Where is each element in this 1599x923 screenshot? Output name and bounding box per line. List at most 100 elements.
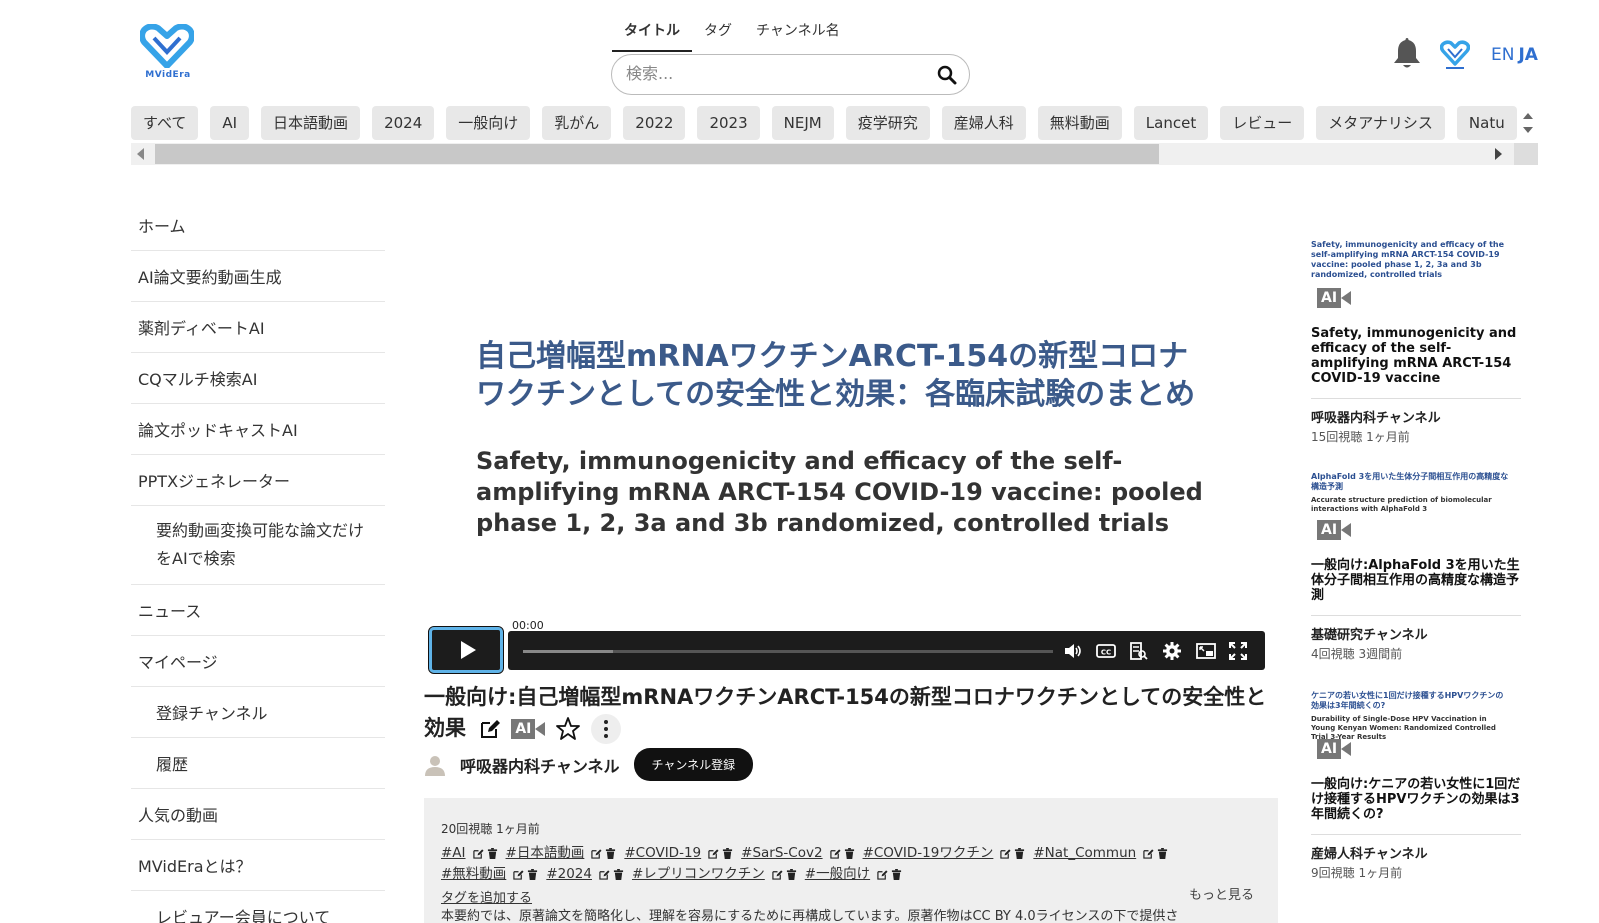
tag-chip[interactable]: 産婦人科 xyxy=(941,106,1026,140)
tag-link[interactable]: #日本語動画 xyxy=(506,843,585,863)
fullscreen-icon[interactable] xyxy=(1228,641,1248,661)
tag-chip[interactable]: 疫学研究 xyxy=(845,106,930,140)
user-avatar-logo-icon[interactable] xyxy=(1440,40,1470,72)
tag-chip[interactable]: Lancet xyxy=(1133,106,1209,140)
edit-tag-icon[interactable] xyxy=(772,869,783,880)
scrollbar-thumb[interactable] xyxy=(155,144,1159,164)
related-title[interactable]: 一般向け:AlphaFold 3を用いた生体分子間相互作用の高精度な構造予測 xyxy=(1311,558,1521,616)
related-thumbnail[interactable]: ケニアの若い女性に1回だけ接種するHPVワクチンの効果は3年間続くの? Durab… xyxy=(1311,691,1521,771)
show-more-link[interactable]: もっと見る xyxy=(1189,884,1254,903)
sidebar-item[interactable]: MVidEraとは？ xyxy=(131,840,385,891)
delete-tag-icon[interactable] xyxy=(891,868,902,880)
delete-tag-icon[interactable] xyxy=(1014,847,1025,859)
channel-avatar-icon[interactable] xyxy=(424,754,446,776)
lang-en-link[interactable]: EN xyxy=(1491,45,1514,65)
delete-tag-icon[interactable] xyxy=(487,847,498,859)
related-video-card[interactable]: Safety, immunogenicity and efficacy of t… xyxy=(1311,240,1521,445)
edit-tag-icon[interactable] xyxy=(1143,848,1154,859)
subscribe-button[interactable]: チャンネル登録 xyxy=(633,748,754,781)
delete-tag-icon[interactable] xyxy=(722,847,733,859)
sidebar-item[interactable]: ニュース xyxy=(131,585,385,636)
related-video-card[interactable]: AlphaFold 3を用いた生体分子間相互作用の高精度な構造予測 Accurat… xyxy=(1311,472,1521,662)
search-icon[interactable] xyxy=(937,65,957,85)
tag-link[interactable]: #AI xyxy=(441,843,466,863)
delete-tag-icon[interactable] xyxy=(1157,847,1168,859)
tag-link[interactable]: #レプリコンワクチン xyxy=(632,864,765,884)
edit-icon[interactable] xyxy=(479,718,501,740)
search-tab-title[interactable]: タイトル xyxy=(612,18,692,52)
edit-tag-icon[interactable] xyxy=(1000,848,1011,859)
tag-chip[interactable]: メタアナリシス xyxy=(1316,106,1445,140)
tag-chip[interactable]: Natu xyxy=(1456,106,1517,140)
captions-icon[interactable]: CC xyxy=(1096,641,1116,661)
progress-bar[interactable] xyxy=(523,650,1053,653)
tag-chip[interactable]: 日本語動画 xyxy=(261,106,361,140)
tag-link[interactable]: #一般向け xyxy=(805,864,870,884)
related-channel[interactable]: 産婦人科チャンネル xyxy=(1311,843,1521,862)
picture-in-picture-icon[interactable] xyxy=(1196,641,1216,661)
edit-tag-icon[interactable] xyxy=(513,869,524,880)
scroll-right-icon[interactable] xyxy=(1495,148,1502,160)
sidebar-item[interactable]: AI論文要約動画生成 xyxy=(131,251,385,302)
channel-name-link[interactable]: 呼吸器内科チャンネル xyxy=(460,753,620,777)
related-thumbnail[interactable]: Safety, immunogenicity and efficacy of t… xyxy=(1311,240,1521,320)
sidebar-item[interactable]: 履歴 xyxy=(131,738,385,789)
delete-tag-icon[interactable] xyxy=(605,847,616,859)
tag-link[interactable]: #COVID-19 xyxy=(624,843,701,863)
tag-chip[interactable]: 2024 xyxy=(372,106,435,140)
tag-chip[interactable]: 無料動画 xyxy=(1037,106,1122,140)
tag-chip[interactable]: 2022 xyxy=(623,106,686,140)
related-channel[interactable]: 基礎研究チャンネル xyxy=(1311,624,1521,643)
related-title[interactable]: 一般向け:ケニアの若い女性に1回だけ接種するHPVワクチンの効果は3年間続くの? xyxy=(1311,777,1521,835)
search-tab-channel[interactable]: チャンネル名 xyxy=(744,18,852,52)
bell-icon[interactable] xyxy=(1392,36,1422,70)
transcript-icon[interactable] xyxy=(1128,641,1148,661)
sidebar-item[interactable]: ホーム xyxy=(131,200,385,251)
edit-tag-icon[interactable] xyxy=(591,848,602,859)
chip-scroll-spinner-icon[interactable] xyxy=(1519,108,1537,138)
tag-link[interactable]: #COVID-19ワクチン xyxy=(863,843,994,863)
tag-chip[interactable]: すべて xyxy=(131,106,199,140)
tag-link[interactable]: #Nat_Commun xyxy=(1033,843,1136,863)
settings-gear-icon[interactable] xyxy=(1162,641,1182,661)
edit-tag-icon[interactable] xyxy=(829,848,841,859)
sidebar-item[interactable]: 要約動画変換可能な論文だけをAIで検索 xyxy=(131,506,385,585)
search-input[interactable] xyxy=(626,64,926,83)
edit-tag-icon[interactable] xyxy=(472,848,484,859)
lang-ja-link[interactable]: JA xyxy=(1518,45,1537,65)
tag-chip[interactable]: NEJM xyxy=(771,106,834,140)
related-channel[interactable]: 呼吸器内科チャンネル xyxy=(1311,407,1521,426)
mvidera-logo[interactable]: MVidEra xyxy=(140,24,196,84)
favorite-star-icon[interactable] xyxy=(555,716,581,742)
tag-chip[interactable]: 2023 xyxy=(697,106,760,140)
play-button[interactable] xyxy=(428,626,504,674)
tag-chip[interactable]: 乳がん xyxy=(542,106,612,140)
sidebar-item[interactable]: 人気の動画 xyxy=(131,789,385,840)
related-title[interactable]: Safety, immunogenicity and efficacy of t… xyxy=(1311,326,1521,399)
delete-tag-icon[interactable] xyxy=(613,868,624,880)
tag-link[interactable]: #2024 xyxy=(546,864,592,884)
edit-tag-icon[interactable] xyxy=(877,869,888,880)
related-thumbnail[interactable]: AlphaFold 3を用いた生体分子間相互作用の高精度な構造予測 Accurat… xyxy=(1311,472,1521,552)
delete-tag-icon[interactable] xyxy=(786,868,797,880)
search-tab-tag[interactable]: タグ xyxy=(692,18,744,52)
edit-tag-icon[interactable] xyxy=(599,869,610,880)
tag-chip[interactable]: レビュー xyxy=(1220,106,1305,140)
tag-chip[interactable]: 一般向け xyxy=(446,106,531,140)
sidebar-item[interactable]: PPTXジェネレーター xyxy=(131,455,385,506)
more-options-icon[interactable] xyxy=(591,714,622,744)
tag-link[interactable]: #SarS-Cov2 xyxy=(741,843,822,863)
sidebar-item[interactable]: 論文ポッドキャストAI xyxy=(131,404,385,455)
sidebar-item[interactable]: 薬剤ディベートAI xyxy=(131,302,385,353)
edit-tag-icon[interactable] xyxy=(708,848,719,859)
sidebar-item[interactable]: CQマルチ検索AI xyxy=(131,353,385,404)
related-video-card[interactable]: ケニアの若い女性に1回だけ接種するHPVワクチンの効果は3年間続くの? Durab… xyxy=(1311,691,1521,881)
sidebar-item[interactable]: レビュアー会員について xyxy=(131,891,385,923)
delete-tag-icon[interactable] xyxy=(527,868,538,880)
video-player[interactable]: 自己増幅型mRNAワクチンARCT-154の新型コロナワクチンとしての安全性と効… xyxy=(424,200,1268,678)
tag-chip[interactable]: AI xyxy=(210,106,250,140)
sidebar-item[interactable]: マイページ xyxy=(131,636,385,687)
scroll-left-icon[interactable] xyxy=(137,148,144,160)
add-tag-link[interactable]: タグを追加する xyxy=(441,887,1261,906)
delete-tag-icon[interactable] xyxy=(844,847,855,859)
